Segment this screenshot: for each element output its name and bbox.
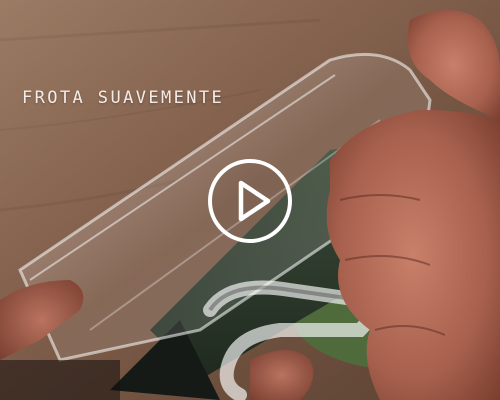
video-caption: FROTA SUAVEMENTE xyxy=(22,88,225,108)
play-icon xyxy=(238,180,271,222)
video-player[interactable]: FROTA SUAVEMENTE xyxy=(0,0,500,400)
play-button[interactable] xyxy=(208,159,292,243)
